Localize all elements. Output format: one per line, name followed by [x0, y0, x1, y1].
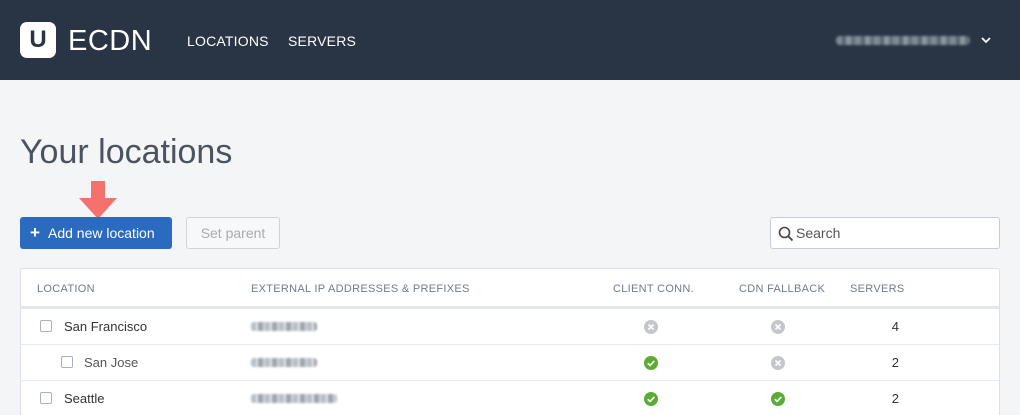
x-circle-icon — [771, 320, 785, 334]
table-row[interactable]: San Jose 2 — [21, 345, 999, 381]
add-new-location-button[interactable]: + Add new location — [20, 217, 172, 249]
locations-table: LOCATION EXTERNAL IP ADDRESSES & PREFIXE… — [20, 268, 1000, 415]
server-count: 4 — [891, 319, 899, 334]
row-checkbox[interactable] — [40, 320, 52, 332]
column-header-cdn-fallback[interactable]: CDN FALLBACK — [739, 283, 825, 295]
location-name[interactable]: San Francisco — [64, 319, 147, 334]
nav-servers[interactable]: SERVERS — [288, 32, 356, 50]
add-new-location-label: Add new location — [48, 225, 155, 241]
ip-address-redacted — [251, 394, 337, 403]
page-title: Your locations — [20, 133, 233, 171]
location-name[interactable]: Seattle — [64, 391, 104, 406]
table-row[interactable]: Seattle 2 — [21, 381, 999, 415]
row-checkbox[interactable] — [40, 392, 52, 404]
ip-address-redacted — [251, 358, 317, 367]
column-header-servers[interactable]: SERVERS — [850, 283, 904, 295]
check-circle-icon — [644, 356, 658, 370]
search-box[interactable] — [770, 217, 1000, 249]
column-header-client-conn[interactable]: CLIENT CONN. — [613, 283, 694, 295]
chevron-down-icon[interactable] — [980, 34, 992, 46]
column-header-external-ip[interactable]: EXTERNAL IP ADDRESSES & PREFIXES — [251, 283, 470, 295]
search-input[interactable] — [796, 219, 991, 247]
table-row[interactable]: San Francisco 4 — [21, 309, 999, 345]
check-circle-icon — [771, 392, 785, 406]
top-navigation-bar: U ECDN LOCATIONS SERVERS — [0, 0, 1020, 80]
ip-address-redacted — [251, 322, 317, 331]
set-parent-button[interactable]: Set parent — [186, 217, 280, 249]
location-name[interactable]: San Jose — [84, 355, 138, 370]
search-icon — [778, 226, 794, 242]
logo[interactable]: U — [20, 22, 56, 58]
check-circle-icon — [644, 392, 658, 406]
server-count: 2 — [891, 391, 899, 406]
row-checkbox[interactable] — [61, 356, 73, 368]
plus-icon: + — [30, 223, 40, 242]
column-header-location[interactable]: LOCATION — [37, 283, 95, 295]
arrow-down-icon — [79, 181, 117, 219]
nav-locations[interactable]: LOCATIONS — [187, 32, 269, 50]
brand-name[interactable]: ECDN — [68, 24, 152, 58]
user-account-menu[interactable] — [836, 36, 970, 45]
x-circle-icon — [771, 356, 785, 370]
x-circle-icon — [644, 320, 658, 334]
server-count: 2 — [891, 355, 899, 370]
